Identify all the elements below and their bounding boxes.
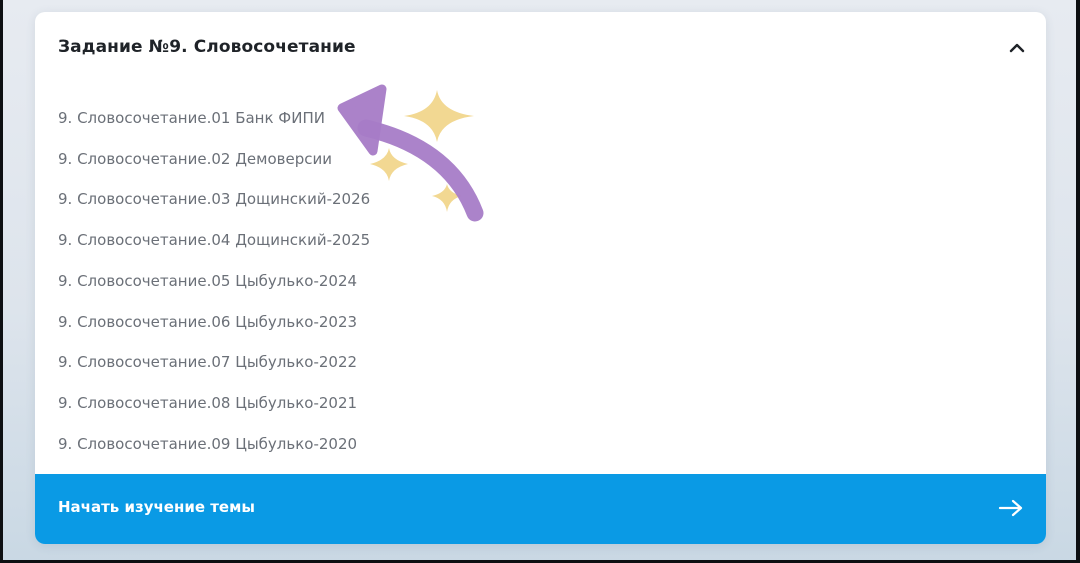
arrow-right-icon — [998, 499, 1023, 517]
topic-item[interactable]: 9. Словосочетание.02 Демоверсии — [58, 148, 332, 170]
accordion-header[interactable]: Задание №9. Словосочетание — [35, 12, 1046, 84]
topic-item[interactable]: 9. Словосочетание.04 Дощинский-2025 — [58, 229, 370, 251]
screen-frame-left — [0, 0, 3, 563]
topic-accordion-card: Задание №9. Словосочетание 9. Словосочет… — [35, 12, 1046, 544]
start-topic-label: Начать изучение темы — [58, 498, 255, 516]
topic-item[interactable]: 9. Словосочетание.09 Цыбулько-2020 — [58, 433, 357, 455]
start-topic-button[interactable]: Начать изучение темы — [35, 474, 1046, 544]
chevron-up-icon[interactable] — [1008, 41, 1026, 55]
topic-item[interactable]: 9. Словосочетание.03 Дощинский-2026 — [58, 188, 370, 210]
topic-item[interactable]: 9. Словосочетание.07 Цыбулько-2022 — [58, 351, 357, 373]
topic-item[interactable]: 9. Словосочетание.06 Цыбулько-2023 — [58, 311, 357, 333]
accordion-title: Задание №9. Словосочетание — [58, 37, 356, 57]
topic-item[interactable]: 9. Словосочетание.01 Банк ФИПИ — [58, 107, 325, 129]
topic-item[interactable]: 9. Словосочетание.05 Цыбулько-2024 — [58, 270, 357, 292]
topic-item[interactable]: 9. Словосочетание.08 Цыбулько-2021 — [58, 392, 357, 414]
screen-frame-right — [1076, 0, 1080, 563]
